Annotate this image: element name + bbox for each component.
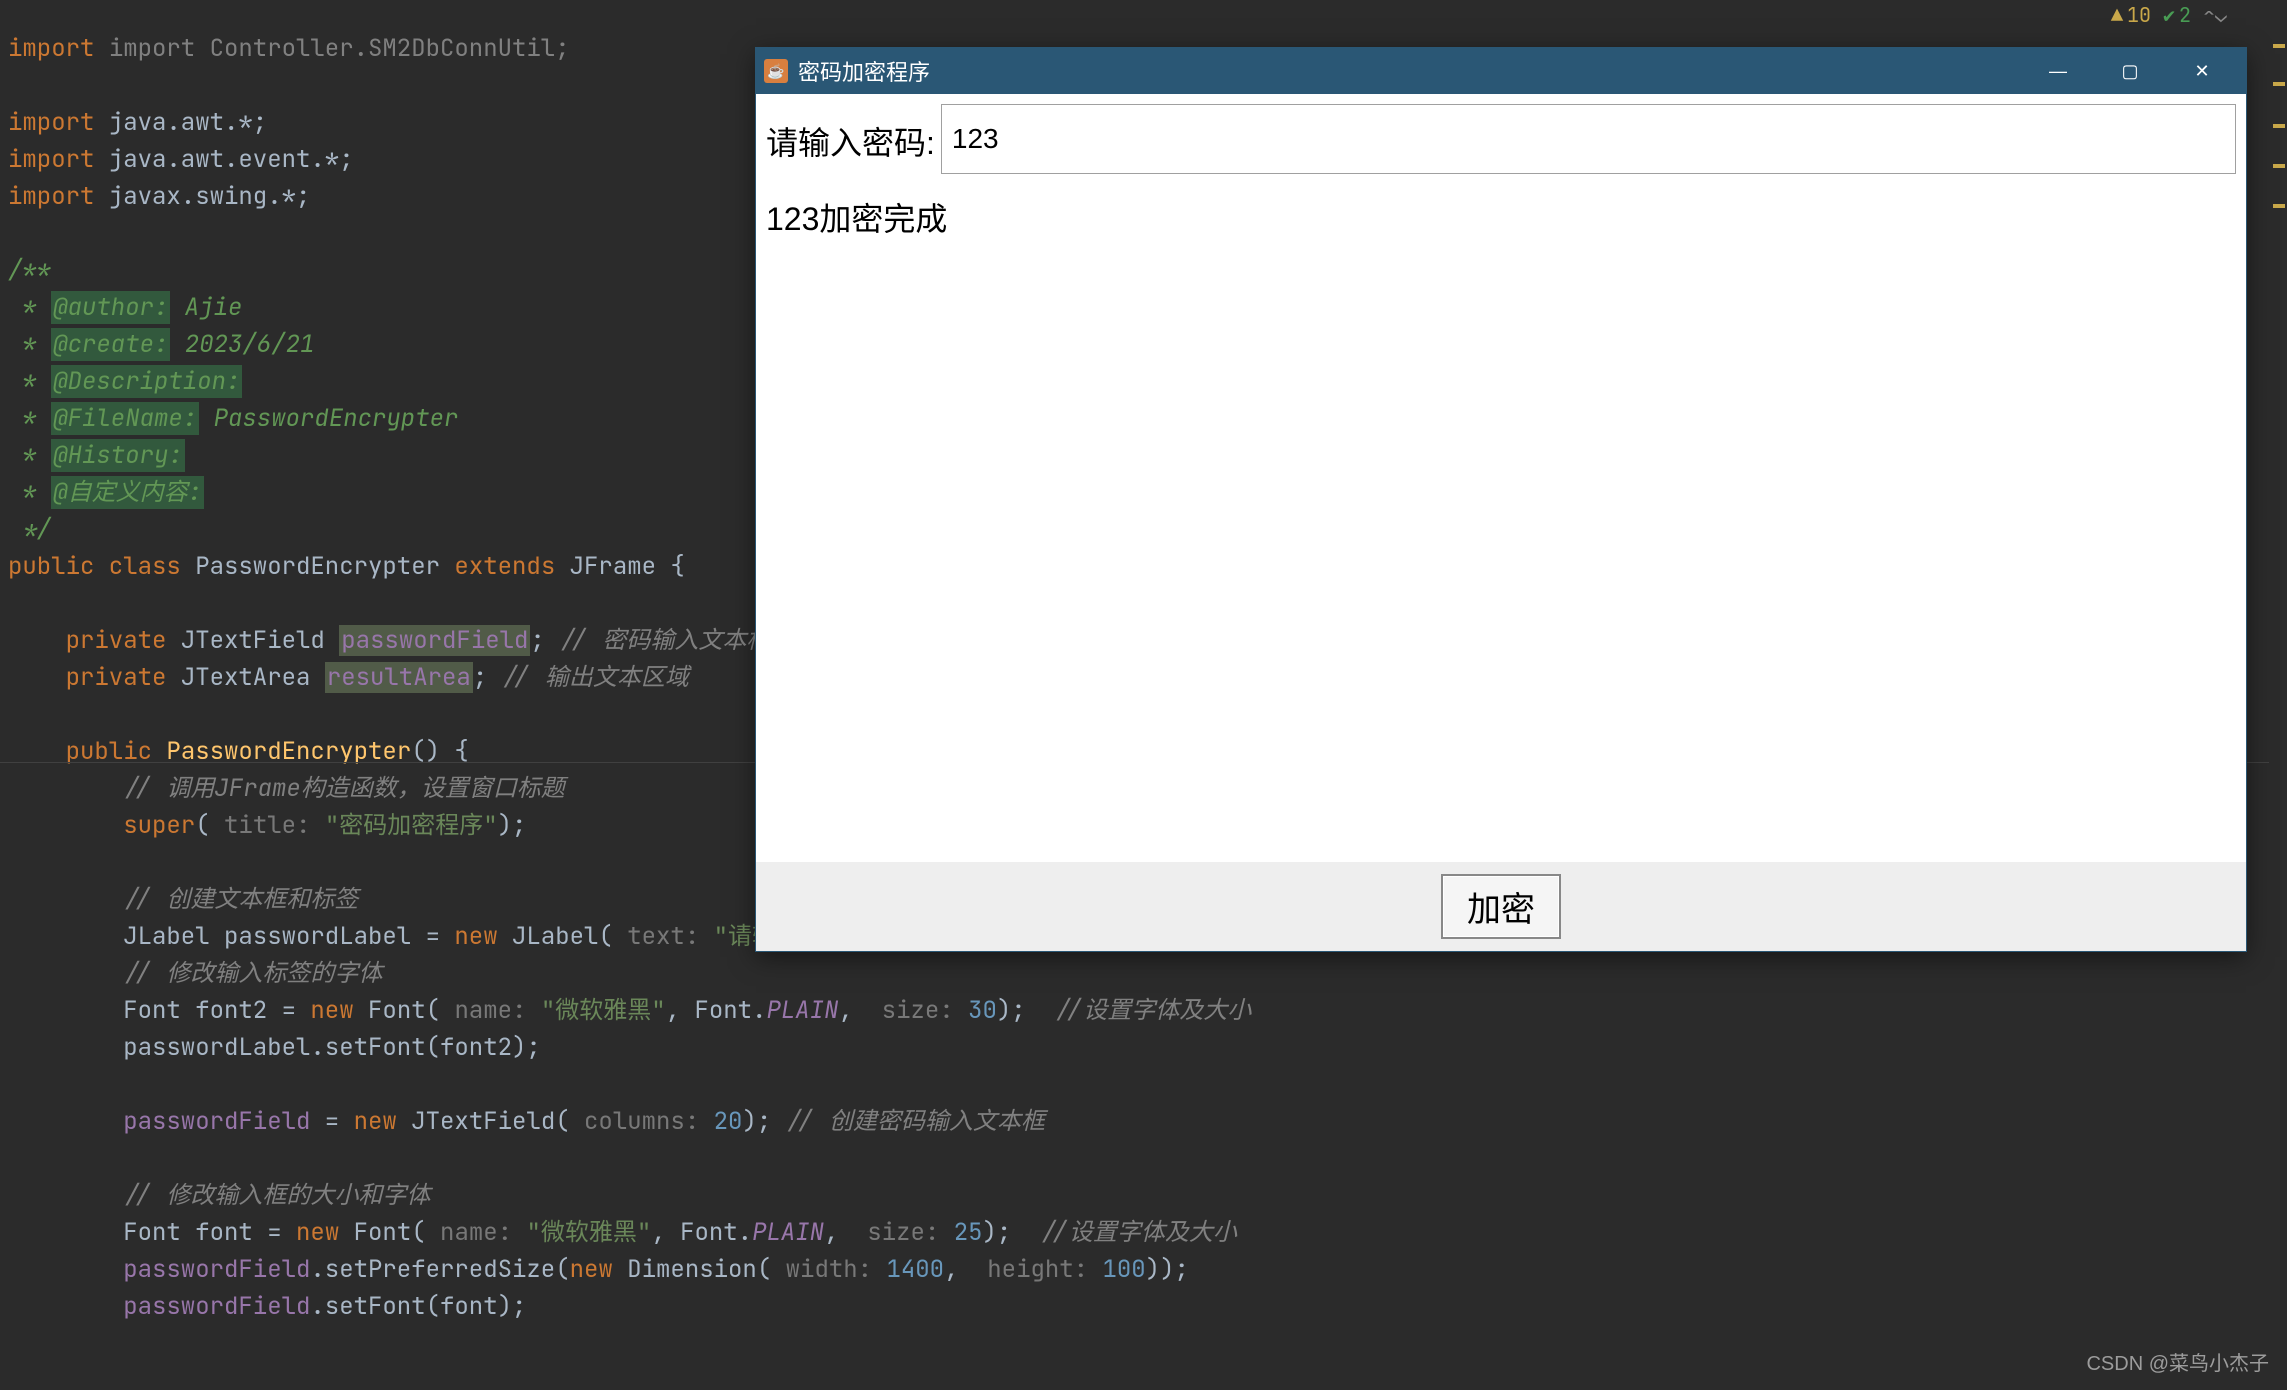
close-button[interactable]: ✕ (2166, 48, 2238, 94)
checks-count: 2 (2179, 2, 2191, 28)
button-panel: 加密 (756, 862, 2246, 951)
warning-icon: ▲ (2111, 2, 2123, 28)
window-title: 密码加密程序 (798, 55, 2022, 87)
swing-app-window: ☕ 密码加密程序 ― ▢ ✕ 请输入密码: 加密 (756, 48, 2246, 951)
titlebar[interactable]: ☕ 密码加密程序 ― ▢ ✕ (756, 48, 2246, 94)
gutter-warning-mark[interactable] (2273, 82, 2285, 86)
gutter-warning-mark[interactable] (2273, 164, 2285, 168)
gutter-warning-mark[interactable] (2273, 204, 2285, 208)
nav-icon[interactable]: ⌃⌄ (2203, 2, 2227, 28)
warnings-indicator[interactable]: ▲ 10 (2111, 2, 2151, 28)
gutter-warning-mark[interactable] (2273, 124, 2285, 128)
minimize-button[interactable]: ― (2022, 48, 2094, 94)
gutter-warning-mark[interactable] (2273, 44, 2285, 48)
watermark: CSDN @菜鸟小杰子 (2086, 1347, 2269, 1376)
password-input[interactable] (941, 104, 2236, 174)
inspection-status-bar: ▲ 10 ✔ 2 ⌃⌄ (2111, 0, 2287, 30)
encrypt-button[interactable]: 加密 (1441, 874, 1561, 939)
result-textarea[interactable] (756, 184, 2246, 862)
maximize-button[interactable]: ▢ (2094, 48, 2166, 94)
scrollbar-gutter[interactable] (2269, 34, 2287, 1390)
input-panel: 请输入密码: (756, 94, 2246, 184)
check-icon: ✔ (2163, 2, 2175, 28)
warnings-count: 10 (2127, 2, 2151, 28)
checks-indicator[interactable]: ✔ 2 (2163, 2, 2191, 28)
password-label: 请输入密码: (766, 104, 941, 174)
java-icon: ☕ (764, 59, 788, 83)
